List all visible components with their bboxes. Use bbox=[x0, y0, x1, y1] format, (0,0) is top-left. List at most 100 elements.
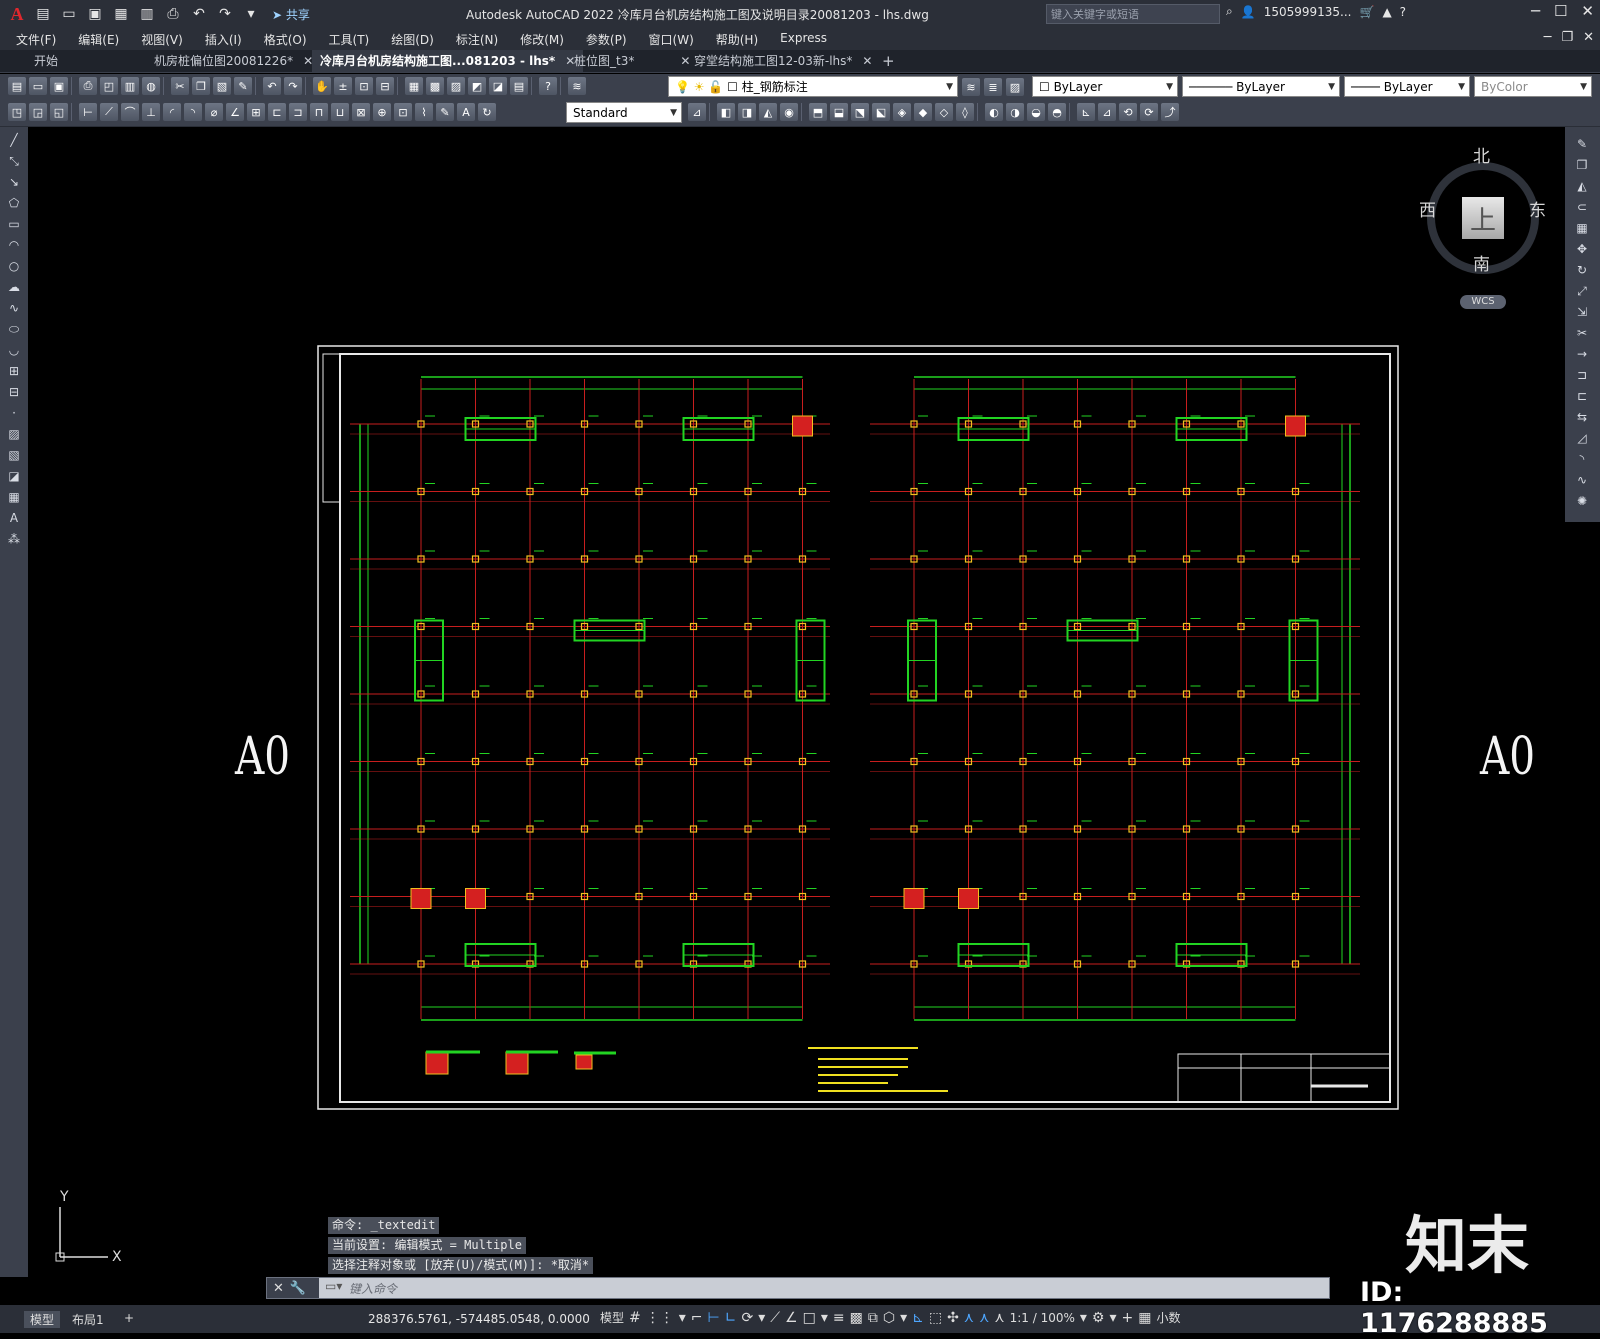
workspace-gear-icon[interactable]: ⚙ bbox=[1092, 1310, 1105, 1326]
dimstyle-icon[interactable]: ⊿ bbox=[688, 103, 706, 121]
angular-icon[interactable]: ∠ bbox=[226, 103, 244, 121]
menu-parametric[interactable]: 参数(P) bbox=[586, 31, 627, 48]
osnap-dropdown-icon[interactable]: ▾ bbox=[821, 1310, 828, 1326]
polyline-icon[interactable]: ↘ bbox=[5, 173, 23, 191]
interfere-icon[interactable]: ◊ bbox=[956, 103, 974, 121]
plot-icon[interactable]: ⎙ bbox=[79, 77, 97, 95]
3d-osnap-icon[interactable]: ⬡ bbox=[883, 1310, 895, 1326]
3d-osnap-dropdown-icon[interactable]: ▾ bbox=[900, 1310, 907, 1326]
new-tab-icon[interactable]: + bbox=[882, 50, 895, 72]
radius-icon[interactable]: ◜ bbox=[163, 103, 181, 121]
menu-insert[interactable]: 插入(I) bbox=[205, 31, 242, 48]
camera-icon[interactable]: ◓ bbox=[1048, 103, 1066, 121]
gradient-icon[interactable]: ▧ bbox=[5, 446, 23, 464]
inspection-icon[interactable]: ⊡ bbox=[394, 103, 412, 121]
user-icon[interactable]: 👤 bbox=[1241, 5, 1256, 19]
tab-model[interactable]: 模型 bbox=[24, 1311, 61, 1328]
search-input[interactable]: 键入关键字或短语 bbox=[1046, 4, 1220, 24]
save-as-icon[interactable]: ▦ bbox=[110, 3, 132, 25]
scale-icon[interactable]: ⤢ bbox=[1573, 282, 1591, 300]
plotstyle-dropdown[interactable]: ByColor ▼ bbox=[1474, 76, 1592, 97]
model-space-toggle[interactable]: 模型 bbox=[600, 1309, 624, 1326]
menu-modify[interactable]: 修改(M) bbox=[520, 31, 564, 48]
region-icon[interactable]: ◪ bbox=[5, 467, 23, 485]
units-value[interactable]: 小数 bbox=[1156, 1309, 1180, 1326]
make-block-icon[interactable]: ⊟ bbox=[5, 383, 23, 401]
markup-icon[interactable]: ◪ bbox=[489, 77, 507, 95]
workspace-dropdown-icon[interactable]: ▾ bbox=[1109, 1310, 1116, 1326]
help-icon[interactable]: ? bbox=[539, 77, 557, 95]
plot-preview-icon[interactable]: ◰ bbox=[100, 77, 118, 95]
new-icon[interactable]: ▤ bbox=[8, 77, 26, 95]
menu-window[interactable]: 窗口(W) bbox=[649, 31, 694, 48]
sheet-set-icon[interactable]: ◩ bbox=[468, 77, 486, 95]
ortho-icon[interactable]: ∟ bbox=[725, 1310, 737, 1326]
linear-dimension-icon[interactable]: ⊢ bbox=[79, 103, 97, 121]
close-command-line-icon[interactable]: ✕ bbox=[273, 1281, 284, 1296]
break-icon[interactable]: ⊏ bbox=[1573, 387, 1591, 405]
subtract-icon[interactable]: ⬕ bbox=[872, 103, 890, 121]
make-layer-current-icon[interactable]: ≋ bbox=[962, 78, 980, 96]
doc-close-icon[interactable]: ✕ bbox=[1583, 30, 1594, 45]
cart-icon[interactable]: 🛒 bbox=[1359, 5, 1374, 19]
draw-order-back-icon[interactable]: ◲ bbox=[29, 103, 47, 121]
array-icon[interactable]: ▦ bbox=[1573, 219, 1591, 237]
coordinates-readout[interactable]: 288376.5761, -574485.0548, 0.0000 bbox=[368, 1312, 590, 1326]
dimension-update-icon[interactable]: ↻ bbox=[478, 103, 496, 121]
trim-icon[interactable]: ✂ bbox=[1573, 324, 1591, 342]
dimension-text-edit-icon[interactable]: A bbox=[457, 103, 475, 121]
diameter-icon[interactable]: ⌀ bbox=[205, 103, 223, 121]
color-dropdown[interactable]: ☐ ByLayer ▼ bbox=[1032, 76, 1178, 97]
plot-icon[interactable]: ⎙ bbox=[162, 3, 184, 25]
menu-help[interactable]: 帮助(H) bbox=[716, 31, 758, 48]
cut-icon[interactable]: ✂ bbox=[171, 77, 189, 95]
section-icon[interactable]: ◇ bbox=[935, 103, 953, 121]
render-icon[interactable]: ◐ bbox=[985, 103, 1003, 121]
menu-format[interactable]: 格式(O) bbox=[264, 31, 307, 48]
tool-palettes-icon[interactable]: ▨ bbox=[447, 77, 465, 95]
quickcalc-icon[interactable]: ▤ bbox=[510, 77, 528, 95]
snap-icon[interactable]: ⋮⋮ bbox=[646, 1310, 674, 1326]
app-menu-logo-icon[interactable]: A bbox=[6, 3, 28, 25]
fillet-icon[interactable]: ◝ bbox=[1573, 450, 1591, 468]
layer-properties-icon[interactable]: ≋ bbox=[568, 77, 586, 95]
grid-icon[interactable]: # bbox=[629, 1310, 641, 1326]
space-icon[interactable]: ⊓ bbox=[310, 103, 328, 121]
polygon-icon[interactable]: ⬠ bbox=[5, 194, 23, 212]
fly-icon[interactable]: ⤴ bbox=[1161, 103, 1179, 121]
text-front-icon[interactable]: ◱ bbox=[50, 103, 68, 121]
undo-icon[interactable]: ↶ bbox=[188, 3, 210, 25]
save-icon[interactable]: ▣ bbox=[50, 77, 68, 95]
line-icon[interactable]: ╱ bbox=[5, 131, 23, 149]
layer-previous-icon[interactable]: ≣ bbox=[984, 78, 1002, 96]
extrude-icon[interactable]: ⬒ bbox=[809, 103, 827, 121]
chamfer-icon[interactable]: ◿ bbox=[1573, 429, 1591, 447]
doc-minimize-icon[interactable]: ─ bbox=[1544, 30, 1552, 45]
tab-file-2-active[interactable]: 冷库月台机房结构施工图...081203 - lhs* ✕ bbox=[312, 50, 584, 72]
zoom-window-icon[interactable]: ⊡ bbox=[355, 77, 373, 95]
viewcube-top-face[interactable]: 上 bbox=[1462, 197, 1504, 239]
quick-dimension-icon[interactable]: ⊞ bbox=[247, 103, 265, 121]
arc-length-icon[interactable]: ⌒ bbox=[121, 103, 139, 121]
menu-tools[interactable]: 工具(T) bbox=[329, 31, 370, 48]
publish-icon[interactable]: ▥ bbox=[136, 3, 158, 25]
share-button[interactable]: ➤ 共享 bbox=[272, 6, 310, 23]
orbit-icon[interactable]: ⟲ bbox=[1119, 103, 1137, 121]
scale-dropdown-icon[interactable]: ▾ bbox=[1080, 1310, 1087, 1326]
sphere-icon[interactable]: ◉ bbox=[780, 103, 798, 121]
sun-icon[interactable]: ☀ bbox=[694, 80, 705, 94]
recent-commands-icon[interactable]: ▭▾ bbox=[325, 1279, 342, 1293]
arc-icon[interactable]: ◠ bbox=[5, 236, 23, 254]
draw-order-front-icon[interactable]: ◳ bbox=[8, 103, 26, 121]
offset-icon[interactable]: ⊂ bbox=[1573, 198, 1591, 216]
menu-view[interactable]: 视图(V) bbox=[141, 31, 183, 48]
redo-icon[interactable]: ↷ bbox=[214, 3, 236, 25]
lock-icon[interactable]: 🔓 bbox=[708, 80, 723, 94]
open-file-icon[interactable]: ▭ bbox=[58, 3, 80, 25]
ordinate-icon[interactable]: ⊥ bbox=[142, 103, 160, 121]
lineweight-dropdown[interactable]: ──── ByLayer ▼ bbox=[1344, 76, 1470, 97]
menu-file[interactable]: 文件(F) bbox=[16, 31, 56, 48]
autodesk-a360-icon[interactable]: ▲ bbox=[1382, 5, 1391, 19]
compass-south[interactable]: 南 bbox=[1473, 250, 1490, 275]
move-icon[interactable]: ✥ bbox=[1573, 240, 1591, 258]
